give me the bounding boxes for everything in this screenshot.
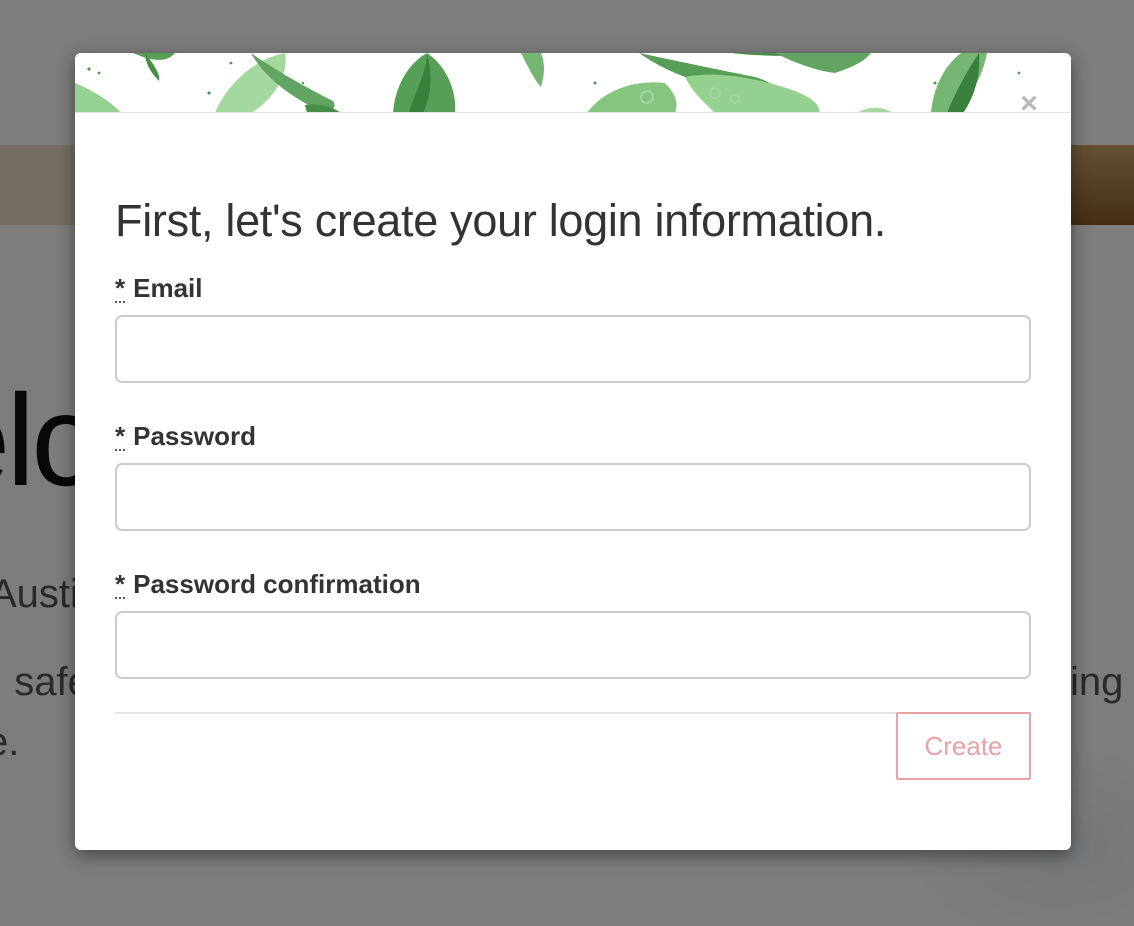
footer-divider [115,712,1031,714]
email-label-text: Email [133,273,203,303]
password-confirmation-label-text: Password confirmation [133,569,421,599]
required-marker: * [115,273,126,303]
password-input[interactable] [115,463,1031,531]
password-label: * Password [115,419,1031,453]
create-button[interactable]: Create [896,712,1031,780]
email-input[interactable] [115,315,1031,383]
modal-title: First, let's create your login informati… [115,195,886,246]
email-field-group: * Email [115,271,1031,383]
password-label-text: Password [133,421,256,451]
leaf-pattern-image [75,53,1021,112]
password-confirmation-input[interactable] [115,611,1031,679]
password-confirmation-field-group: * Password confirmation [115,567,1031,679]
login-info-modal: × First, let's create your login informa… [75,53,1071,850]
email-label: * Email [115,271,1031,305]
password-confirmation-label: * Password confirmation [115,567,1031,601]
required-marker: * [115,569,126,599]
close-button[interactable]: × [1017,89,1041,113]
password-field-group: * Password [115,419,1031,531]
required-marker: * [115,421,126,451]
leaf-banner: × [75,53,1071,113]
